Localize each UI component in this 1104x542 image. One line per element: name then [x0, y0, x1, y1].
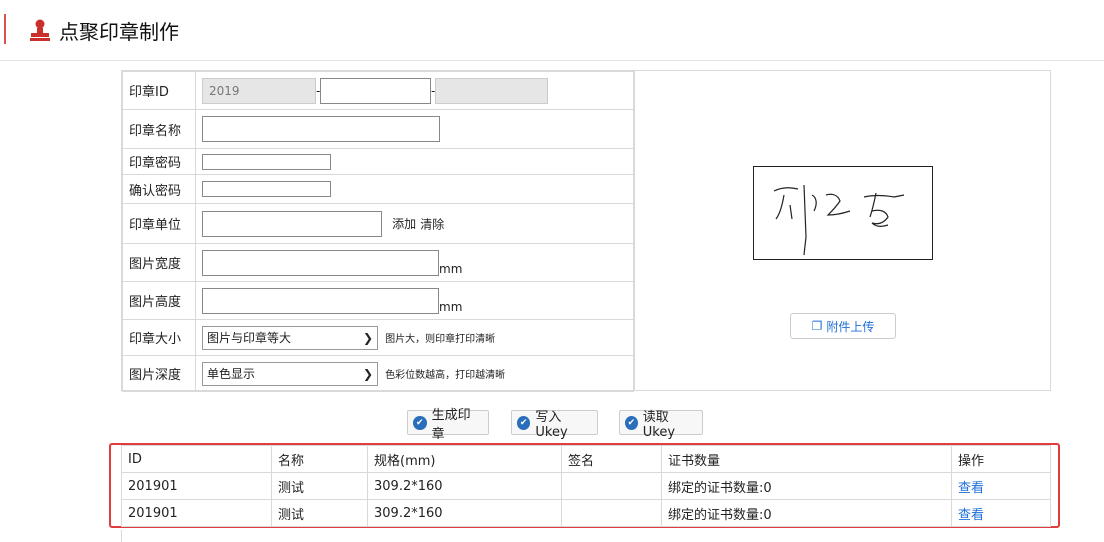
table-overflow-row — [121, 530, 1051, 542]
add-unit-link[interactable]: 添加 — [392, 217, 416, 231]
seal-unit-input[interactable] — [202, 210, 382, 237]
clear-unit-link[interactable]: 清除 — [420, 217, 444, 231]
seal-form: 印章ID 2019- - 印章名称 印章密码 确认密码 印章单位 添加 清除 图… — [121, 70, 1051, 392]
handwritten-signature — [773, 184, 905, 256]
page-header: 点聚印章制作 — [30, 15, 179, 45]
seal-unit-label: 印章单位 — [122, 203, 196, 244]
cell-id: 201901 — [121, 499, 272, 527]
form-table: 印章ID 2019- - 印章名称 印章密码 确认密码 印章单位 添加 清除 图… — [122, 71, 634, 392]
check-icon: ✔ — [517, 415, 531, 430]
signature-pane: ❐ 附件上传 — [634, 71, 1051, 391]
col-cert-header: 证书数量 — [661, 445, 952, 473]
cell-spec: 309.2*160 — [367, 472, 562, 500]
seal-size-hint: 图片大，则印章打印清晰 — [385, 334, 496, 345]
cell-op: 查看 — [951, 499, 1051, 527]
image-width-label: 图片宽度 — [122, 243, 196, 282]
seal-size-label: 印章大小 — [122, 319, 196, 356]
cell-id: 201901 — [121, 472, 272, 500]
seal-list-table: ID 名称 规格(mm) 签名 证书数量 操作 201901 测试 309.2*… — [121, 445, 1051, 527]
page-title: 点聚印章制作 — [59, 19, 179, 44]
upload-icon: ❐ — [811, 319, 823, 333]
seal-id-part1[interactable]: 2019 — [202, 77, 316, 104]
chevron-down-icon: ❯ — [362, 330, 373, 345]
image-width-unit: mm — [439, 261, 463, 276]
action-bar: ✔ 生成印章 ✔ 写入Ukey ✔ 读取Ukey — [0, 408, 1104, 442]
col-id-header: ID — [121, 445, 272, 473]
view-link[interactable]: 查看 — [958, 508, 984, 523]
signature-preview — [753, 166, 933, 260]
seal-size-value: 图片与印章等大 — [207, 331, 292, 345]
cell-name: 测试 — [271, 472, 368, 500]
seal-id-part3[interactable] — [435, 77, 548, 104]
left-bar — [0, 0, 6, 542]
upload-attachment-button[interactable]: ❐ 附件上传 — [790, 313, 896, 339]
image-height-label: 图片高度 — [122, 281, 196, 320]
view-link[interactable]: 查看 — [958, 481, 984, 496]
cell-op: 查看 — [951, 472, 1051, 500]
generate-seal-button[interactable]: ✔ 生成印章 — [407, 408, 489, 442]
table-header-row: ID 名称 规格(mm) 签名 证书数量 操作 — [121, 445, 1051, 473]
confirm-password-input[interactable] — [202, 181, 331, 197]
read-ukey-button[interactable]: ✔ 读取Ukey — [619, 410, 703, 440]
cell-sign — [561, 499, 662, 527]
confirm-password-label: 确认密码 — [122, 174, 196, 204]
image-depth-select[interactable]: 单色显示 ❯ — [202, 361, 378, 386]
read-ukey-label: 读取Ukey — [642, 409, 676, 440]
image-depth-value: 单色显示 — [207, 367, 256, 381]
cell-cert: 绑定的证书数量:0 — [661, 472, 952, 500]
cell-spec: 309.2*160 — [367, 499, 562, 527]
cell-sign — [561, 472, 662, 500]
cell-cert: 绑定的证书数量:0 — [661, 499, 952, 527]
image-depth-hint: 色彩位数越高，打印越清晰 — [385, 370, 506, 381]
seal-password-input[interactable] — [202, 153, 331, 170]
left-accent — [4, 14, 6, 44]
col-name-header: 名称 — [271, 445, 368, 473]
image-height-input[interactable] — [202, 287, 439, 314]
col-op-header: 操作 — [951, 445, 1051, 473]
seal-id-label: 印章ID — [122, 71, 196, 110]
check-icon: ✔ — [413, 415, 427, 430]
chevron-down-icon: ❯ — [362, 366, 373, 381]
write-ukey-label: 写入Ukey — [535, 409, 568, 440]
check-icon: ✔ — [625, 415, 638, 430]
col-spec-header: 规格(mm) — [367, 445, 562, 473]
seal-size-select[interactable]: 图片与印章等大 ❯ — [202, 325, 378, 350]
col-sign-header: 签名 — [561, 445, 662, 473]
red-stamp-icon — [30, 19, 50, 41]
generate-seal-label: 生成印章 — [431, 407, 471, 442]
image-depth-label: 图片深度 — [122, 355, 196, 392]
write-ukey-button[interactable]: ✔ 写入Ukey — [511, 410, 598, 440]
image-width-input[interactable] — [202, 249, 439, 276]
seal-name-input[interactable] — [202, 116, 440, 142]
table-row: 201901 测试 309.2*160 绑定的证书数量:0 查看 — [121, 499, 1051, 527]
image-height-unit: mm — [439, 299, 463, 314]
seal-id-part2-input[interactable] — [320, 77, 431, 104]
upload-label: 附件上传 — [826, 319, 875, 334]
header-divider — [0, 60, 1104, 61]
seal-password-label: 印章密码 — [122, 148, 196, 175]
cell-name: 测试 — [271, 499, 368, 527]
seal-name-label: 印章名称 — [122, 109, 196, 149]
table-row: 201901 测试 309.2*160 绑定的证书数量:0 查看 — [121, 472, 1051, 500]
